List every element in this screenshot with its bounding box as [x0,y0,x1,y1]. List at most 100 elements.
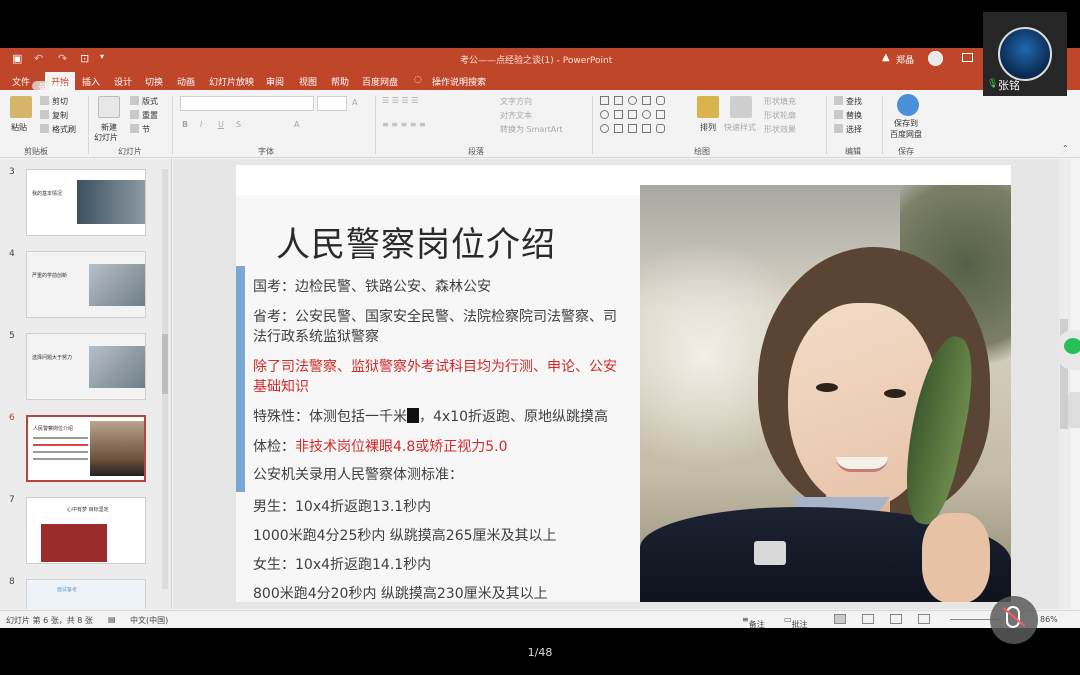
paste-button[interactable]: 粘贴 [11,122,27,133]
slide-title[interactable]: 人民警察岗位介绍 [276,217,556,266]
slide-line-female-run[interactable]: 800米跑4分20秒内 纵跳摸高230厘米及其以上 [253,584,548,602]
user-avatar[interactable] [928,51,943,66]
slide-thumbnail-5[interactable]: 选择问题大于努力 [26,333,146,400]
tell-me-search[interactable]: 操作说明搜索 [432,75,486,88]
thumbnails-scrollbar-thumb[interactable] [162,334,168,394]
bold-button[interactable]: B [182,120,188,129]
save-icon[interactable]: ▣ [12,52,22,65]
rectangle-shape-icon[interactable] [628,110,637,119]
slide-line-standard-heading[interactable]: 公安机关录用人民警察体测标准： [253,465,463,485]
tab-insert[interactable]: 插入 [82,75,100,88]
tab-view[interactable]: 视图 [299,75,317,88]
font-grow-icon[interactable]: A [352,98,357,107]
warning-icon[interactable]: ▲ [882,52,890,63]
rectangle-shape-icon[interactable] [614,124,623,133]
reading-view-icon[interactable] [890,614,902,624]
slide-line-exam-subjects[interactable]: 除了司法警察、监狱警察外考试科目均为行测、申论、公安 [253,357,617,377]
notes-button[interactable]: ≡ 备注 [742,615,765,629]
slide-line-male-shuttle[interactable]: 男生：10x4折返跑13.1秒内 [253,497,431,517]
save-to-button[interactable]: 保存到 [894,118,918,129]
tab-transitions[interactable]: 切换 [145,75,163,88]
quick-styles-icon[interactable] [730,96,752,118]
police-officer-photo[interactable] [640,185,1011,602]
ribbon-display-options-icon[interactable] [962,53,973,62]
arrange-button[interactable]: 排列 [700,122,716,133]
quick-styles-button[interactable]: 快速样式 [724,122,756,133]
arrange-icon[interactable] [697,96,719,118]
shadow-button[interactable]: S [236,120,241,129]
oval-shape-icon[interactable] [642,110,651,119]
new-slide-icon[interactable] [98,96,120,118]
slide-thumbnail-4[interactable]: 严重的学前创新 [26,251,146,318]
save-to-button-line2[interactable]: 百度网盘 [890,129,922,140]
zoom-level[interactable]: 86% [1040,615,1058,624]
slide-line-female-shuttle[interactable]: 女生：10x4折返跑14.1秒内 [253,555,431,575]
undo-icon[interactable]: ↶ [34,52,43,65]
present-icon[interactable]: ⊡ [80,52,89,65]
shape-outline-button[interactable]: 形状轮廓 [764,110,796,121]
smartart-button[interactable]: 转换为 SmartArt [500,124,563,135]
cut-button[interactable]: 剪切 [40,96,68,107]
paste-icon[interactable] [10,96,32,118]
underline-button[interactable]: U [218,120,224,129]
customize-qat-icon[interactable]: ▾ [100,52,104,61]
collapse-ribbon-icon[interactable]: ⌃ [1062,144,1069,153]
bullets-icon[interactable]: ☰ ☰ ☰ ☰ [382,96,418,105]
section-button[interactable]: 节 [130,124,150,135]
oval-shape-icon[interactable] [628,96,637,105]
tab-design[interactable]: 设计 [114,75,132,88]
slide-line-physical-exam[interactable]: 体检：非技术岗位裸眼4.8或矫正视力5.0 [253,437,508,457]
layout-button[interactable]: 版式 [130,96,158,107]
rectangle-shape-icon[interactable] [614,110,623,119]
font-size-box[interactable] [317,96,347,111]
rectangle-shape-icon[interactable] [614,96,623,105]
tab-file[interactable]: 文件 [12,75,30,88]
reset-button[interactable]: 重置 [130,110,158,121]
rectangle-shape-icon[interactable] [642,124,651,133]
tab-help[interactable]: 帮助 [331,75,349,88]
spelling-icon[interactable]: ▤ [108,615,116,624]
rounded-rect-shape-icon[interactable] [656,96,665,105]
oval-shape-icon[interactable] [600,124,609,133]
slide-line-provincial-exam[interactable]: 省考：公安民警、国家安全民警、法院检察院司法警察、司 [253,307,617,327]
copy-button[interactable]: 复制 [40,110,68,121]
slide-thumbnail-6[interactable]: 人民警察岗位介绍 [26,415,146,482]
tab-animations[interactable]: 动画 [177,75,195,88]
new-slide-button-line2[interactable]: 幻灯片 [94,132,118,143]
slide-sorter-icon[interactable] [862,614,874,624]
language-indicator[interactable]: 中文(中国) [130,615,168,626]
redo-icon[interactable]: ↷ [58,52,67,65]
rectangle-shape-icon[interactable] [600,96,609,105]
side-panel-tab[interactable] [1068,392,1080,428]
rectangle-shape-icon[interactable] [656,110,665,119]
oval-shape-icon[interactable] [600,110,609,119]
user-name[interactable]: 郑晶 [896,53,914,66]
rectangle-shape-icon[interactable] [628,124,637,133]
tab-baidu-netdisk[interactable]: 百度网盘 [362,75,398,88]
slide-line-national-exam[interactable]: 国考：边检民警、铁路公安、森林公安 [253,277,491,297]
slide-line-male-run[interactable]: 1000米跑4分25秒内 纵跳摸高265厘米及其以上 [253,526,557,546]
current-slide[interactable]: 人民警察岗位介绍 国考：边检民警、铁路公安、森林公安 省考：公安民警、国家安全民… [236,165,1011,602]
font-color-button[interactable]: A [294,120,299,129]
align-icons[interactable]: ≡ ≡ ≡ ≡ ≡ [382,120,426,129]
slide-thumbnail-7[interactable]: 心中有梦 目标坚定 [26,497,146,564]
slide-thumbnail-8[interactable]: 面试备考 [26,579,146,609]
slide-line-provincial-exam-cont[interactable]: 法行政系统监狱警察 [253,327,379,347]
tab-review[interactable]: 审阅 [266,75,284,88]
normal-view-icon[interactable] [834,614,846,624]
text-direction-button[interactable]: 文字方向 [500,96,532,107]
comments-button[interactable]: ▭ 批注 [784,615,808,629]
replace-button[interactable]: 替换 [834,110,862,121]
rectangle-shape-icon[interactable] [642,96,651,105]
slide-line-special[interactable]: 特殊性：体测包括一千米 ，4x10折返跑、原地纵跳摸高 [253,407,608,427]
shape-fill-button[interactable]: 形状填充 [764,96,796,107]
find-button[interactable]: 查找 [834,96,862,107]
align-text-button[interactable]: 对齐文本 [500,110,532,121]
italic-button[interactable]: I [200,120,202,129]
rounded-rect-shape-icon[interactable] [656,124,665,133]
format-painter-button[interactable]: 格式刷 [40,124,76,135]
participant-video-tile[interactable]: 🎙 张铭 [983,12,1067,96]
tab-slideshow[interactable]: 幻灯片放映 [209,75,254,88]
font-family-box[interactable] [180,96,314,111]
slide-line-exam-subjects-cont[interactable]: 基础知识 [253,377,309,397]
